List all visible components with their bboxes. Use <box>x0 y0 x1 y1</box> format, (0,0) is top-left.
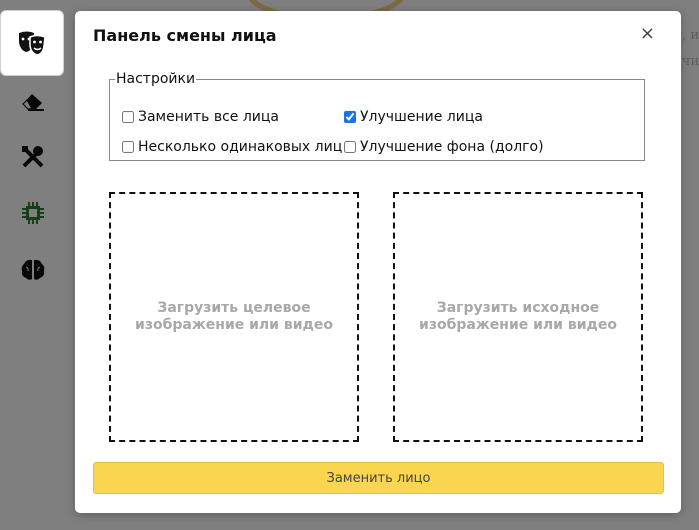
target-upload-dropzone[interactable]: Загрузить целевое изображение или видео <box>109 192 359 442</box>
option-multiple-same-faces[interactable]: Несколько одинаковых лиц <box>122 139 342 155</box>
sidebar-item-face-swap[interactable] <box>0 10 64 76</box>
option-replace-all-faces[interactable]: Заменить все лица <box>122 109 279 125</box>
close-button[interactable]: × <box>640 25 655 43</box>
target-upload-text: Загрузить целевое изображение или видео <box>135 300 333 333</box>
option-face-enhance[interactable]: Улучшение лица <box>344 109 483 125</box>
option-background-enhance[interactable]: Улучшение фона (долго) <box>344 139 544 155</box>
source-upload-dropzone[interactable]: Загрузить исходное изображение или видео <box>393 192 643 442</box>
settings-group: Настройки Заменить все лица Улучшение ли… <box>109 71 645 161</box>
replace-all-faces-checkbox[interactable] <box>122 111 134 123</box>
option-label: Улучшение лица <box>360 109 483 125</box>
face-enhance-checkbox[interactable] <box>344 111 356 123</box>
option-label: Заменить все лица <box>138 109 280 125</box>
face-swap-modal: Панель смены лица × Настройки Заменить в… <box>75 11 681 513</box>
settings-legend: Настройки <box>116 71 196 87</box>
source-upload-text: Загрузить исходное изображение или видео <box>419 300 617 333</box>
modal-title: Панель смены лица <box>93 26 277 45</box>
swap-face-button[interactable]: Заменить лицо <box>93 462 664 494</box>
background-enhance-checkbox[interactable] <box>344 141 356 153</box>
multiple-same-faces-checkbox[interactable] <box>122 141 134 153</box>
option-label: Улучшение фона (долго) <box>360 139 544 155</box>
option-label: Несколько одинаковых лиц <box>138 139 343 155</box>
theater-masks-icon <box>19 31 46 56</box>
